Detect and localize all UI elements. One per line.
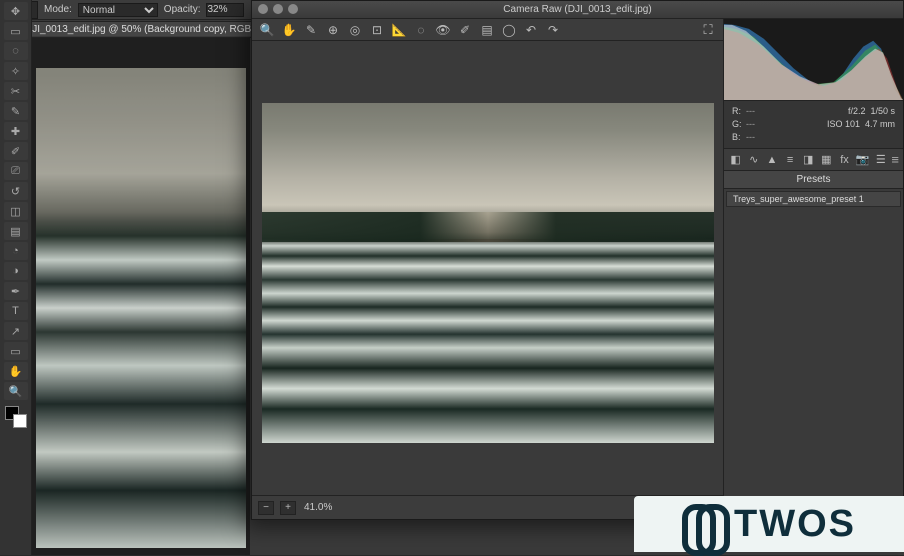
graduated-filter-tool-icon[interactable]: ▤	[478, 22, 496, 38]
zoom-tool-icon[interactable]: 🔍	[258, 22, 276, 38]
mode-label: Mode:	[44, 4, 72, 15]
detail-panel-tab-icon[interactable]: ▲	[764, 152, 779, 168]
panel-menu-icon[interactable]: ≡	[891, 152, 899, 167]
photoshop-tool-palette: ✥ ▭ ◌ ✧ ✂ ✎ ✚ ✐ ⎚ ↺ ◫ ▤ ◔ ◑ ✒ T ↗ ▭ ✋ 🔍	[0, 0, 32, 555]
readout-g-value: ---	[746, 119, 755, 129]
fullscreen-toggle-icon[interactable]: ⛶	[699, 22, 717, 38]
adjustment-panel-tabs: ◧ ∿ ▲ ≡ ◨ ▦ fx 📷 ☰ ≡	[724, 149, 903, 171]
camera-calib-panel-tab-icon[interactable]: 📷	[855, 152, 870, 168]
preset-item[interactable]: Treys_super_awesome_preset 1	[726, 191, 901, 207]
shape-tool-icon[interactable]: ▭	[4, 342, 28, 360]
zoom-in-button[interactable]: +	[280, 501, 296, 515]
panel-title: Presets	[724, 171, 903, 189]
readout-shutter: 1/50 s	[870, 106, 895, 116]
zoom-out-button[interactable]: −	[258, 501, 274, 515]
type-tool-icon[interactable]: T	[4, 302, 28, 320]
color-swatches[interactable]	[5, 406, 27, 428]
watermark-badge: TWOS	[634, 496, 904, 552]
spot-removal-tool-icon[interactable]: ◌	[412, 22, 430, 38]
marquee-tool-icon[interactable]: ▭	[4, 22, 28, 40]
color-sampler-tool-icon[interactable]: ⊕	[324, 22, 342, 38]
dodge-tool-icon[interactable]: ◑	[4, 262, 28, 280]
crop-tool-icon[interactable]: ✂	[4, 82, 28, 100]
readout-r-label: R:	[732, 105, 746, 118]
fx-panel-tab-icon[interactable]: fx	[837, 152, 852, 168]
stamp-tool-icon[interactable]: ⎚	[4, 162, 28, 180]
background-swatch[interactable]	[13, 414, 27, 428]
rotate-cw-icon[interactable]: ↷	[544, 22, 562, 38]
move-tool-icon[interactable]: ✥	[4, 2, 28, 20]
window-controls[interactable]	[258, 4, 298, 14]
opacity-input[interactable]	[206, 3, 244, 17]
hsl-panel-tab-icon[interactable]: ≡	[782, 152, 797, 168]
camera-raw-toolbar: 🔍 ✋ ✎ ⊕ ◎ ⊡ 📐 ◌ 👁 ✐ ▤ ◯ ↶ ↷ ⛶	[252, 19, 723, 41]
adjustment-brush-tool-icon[interactable]: ✐	[456, 22, 474, 38]
window-title: Camera Raw (DJI_0013_edit.jpg)	[503, 4, 651, 15]
presets-panel-tab-icon[interactable]: ☰	[873, 152, 888, 168]
hand-tool-icon[interactable]: ✋	[280, 22, 298, 38]
opacity-label: Opacity:	[164, 4, 201, 15]
path-tool-icon[interactable]: ↗	[4, 322, 28, 340]
readout-iso: ISO 101	[827, 119, 860, 129]
watermark-logo-icon	[682, 502, 726, 546]
crop-tool-icon[interactable]: ⊡	[368, 22, 386, 38]
brush-tool-icon[interactable]: ✐	[4, 142, 28, 160]
radial-filter-tool-icon[interactable]: ◯	[500, 22, 518, 38]
basic-panel-tab-icon[interactable]: ◧	[728, 152, 743, 168]
lasso-tool-icon[interactable]: ◌	[4, 42, 28, 60]
redeye-tool-icon[interactable]: 👁	[434, 22, 452, 38]
split-tone-panel-tab-icon[interactable]: ◨	[801, 152, 816, 168]
pen-tool-icon[interactable]: ✒	[4, 282, 28, 300]
camera-raw-image	[262, 103, 714, 443]
target-adjust-tool-icon[interactable]: ◎	[346, 22, 364, 38]
rotate-ccw-icon[interactable]: ↶	[522, 22, 540, 38]
zoom-tool-icon[interactable]: 🔍	[4, 382, 28, 400]
eraser-tool-icon[interactable]: ◫	[4, 202, 28, 220]
camera-raw-preview-area[interactable]	[252, 41, 723, 495]
camera-raw-side-panel: R:--- f/2.2 1/50 s G:--- ISO 101 4.7 mm …	[723, 19, 903, 519]
blend-mode-select[interactable]: Normal	[78, 3, 158, 17]
readout-g-label: G:	[732, 118, 746, 131]
gradient-tool-icon[interactable]: ▤	[4, 222, 28, 240]
readout-focal: 4.7 mm	[865, 119, 895, 129]
camera-raw-titlebar[interactable]: Camera Raw (DJI_0013_edit.jpg)	[252, 1, 903, 19]
photoshop-canvas[interactable]	[32, 38, 250, 555]
healing-tool-icon[interactable]: ✚	[4, 122, 28, 140]
readout-fstop: f/2.2	[848, 106, 866, 116]
info-readout: R:--- f/2.2 1/50 s G:--- ISO 101 4.7 mm …	[724, 101, 903, 149]
photoshop-document-image	[36, 68, 246, 548]
camera-raw-window: Camera Raw (DJI_0013_edit.jpg) 🔍 ✋ ✎ ⊕ ◎…	[251, 0, 904, 520]
watermark-text: TWOS	[734, 503, 856, 546]
white-balance-tool-icon[interactable]: ✎	[302, 22, 320, 38]
readout-r-value: ---	[746, 106, 755, 116]
readout-b-label: B:	[732, 131, 746, 144]
histogram[interactable]	[724, 19, 903, 101]
window-close-icon[interactable]	[258, 4, 268, 14]
readout-b-value: ---	[746, 132, 755, 142]
zoom-level[interactable]: 41.0%	[304, 502, 332, 513]
straighten-tool-icon[interactable]: 📐	[390, 22, 408, 38]
window-zoom-icon[interactable]	[288, 4, 298, 14]
window-minimize-icon[interactable]	[273, 4, 283, 14]
wand-tool-icon[interactable]: ✧	[4, 62, 28, 80]
hand-tool-icon[interactable]: ✋	[4, 362, 28, 380]
history-brush-tool-icon[interactable]: ↺	[4, 182, 28, 200]
blur-tool-icon[interactable]: ◔	[4, 242, 28, 260]
presets-list: Treys_super_awesome_preset 1	[724, 189, 903, 501]
lens-panel-tab-icon[interactable]: ▦	[819, 152, 834, 168]
document-tab-label: DJI_0013_edit.jpg @ 50% (Background copy…	[25, 24, 272, 35]
curve-panel-tab-icon[interactable]: ∿	[746, 152, 761, 168]
eyedropper-tool-icon[interactable]: ✎	[4, 102, 28, 120]
